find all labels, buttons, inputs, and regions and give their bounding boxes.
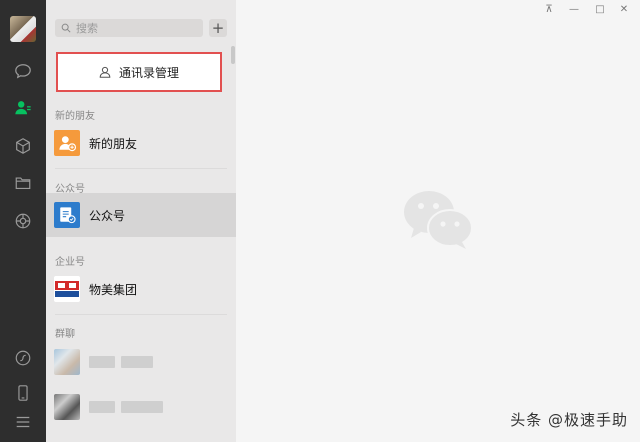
phone-icon[interactable] [12,382,34,404]
left-nav [0,0,46,442]
list-item-enterprise[interactable]: 物美集团 [46,267,236,311]
contact-manage-icon [99,66,111,78]
blurred-text [121,356,153,368]
search-input[interactable]: 搜索 [55,19,203,37]
watermark: 头条 @极速手助 [510,411,628,429]
minimize-button[interactable]: — [567,2,581,16]
section-enterprise: 企业号 [55,257,85,268]
divider [55,168,227,169]
blurred-text [89,401,115,413]
list-item-group[interactable] [46,340,236,384]
contacts-manage-button[interactable]: 通讯录管理 [56,52,222,92]
files-icon[interactable] [12,172,34,194]
wumart-logo-icon [54,276,80,302]
scrollbar[interactable] [231,46,235,64]
moments-icon[interactable] [12,210,34,232]
section-groups: 群聊 [55,329,75,340]
avatar[interactable] [10,16,36,42]
divider [55,314,227,315]
enterprise-label: 物美集团 [89,282,138,297]
blurred-text [121,401,163,413]
group-avatar [54,349,80,375]
list-item-official-accounts[interactable]: 公众号 [46,193,236,237]
group-avatar [54,394,80,420]
manage-label: 通讯录管理 [118,65,179,80]
add-button[interactable]: + [209,19,227,37]
contacts-panel: 搜索 + 通讯录管理 新的朋友 新的朋友 公众号 公众号 企业号 物美集团 群聊 [46,0,236,442]
new-friend-icon [54,130,80,156]
list-item-new-friends[interactable]: 新的朋友 [46,121,236,165]
section-new-friends: 新的朋友 [55,111,95,122]
favorites-icon[interactable] [12,135,34,157]
list-item-group[interactable] [46,385,236,429]
pin-icon[interactable]: ⊼ [542,2,556,16]
search-placeholder: 搜索 [76,22,98,35]
menu-icon[interactable] [12,411,34,433]
contacts-icon[interactable] [12,97,34,119]
new-friends-label: 新的朋友 [89,136,138,151]
mini-program-icon[interactable] [12,347,34,369]
official-accounts-label: 公众号 [89,208,126,223]
chat-icon[interactable] [12,60,34,82]
maximize-button[interactable]: □ [593,2,607,16]
official-account-icon [54,202,80,228]
blurred-text [89,356,115,368]
close-button[interactable]: ✕ [617,2,631,16]
search-icon [61,23,71,33]
wechat-logo-icon [402,188,474,254]
main-content: ⊼ — □ ✕ 头条 @极速手助 [236,0,640,442]
